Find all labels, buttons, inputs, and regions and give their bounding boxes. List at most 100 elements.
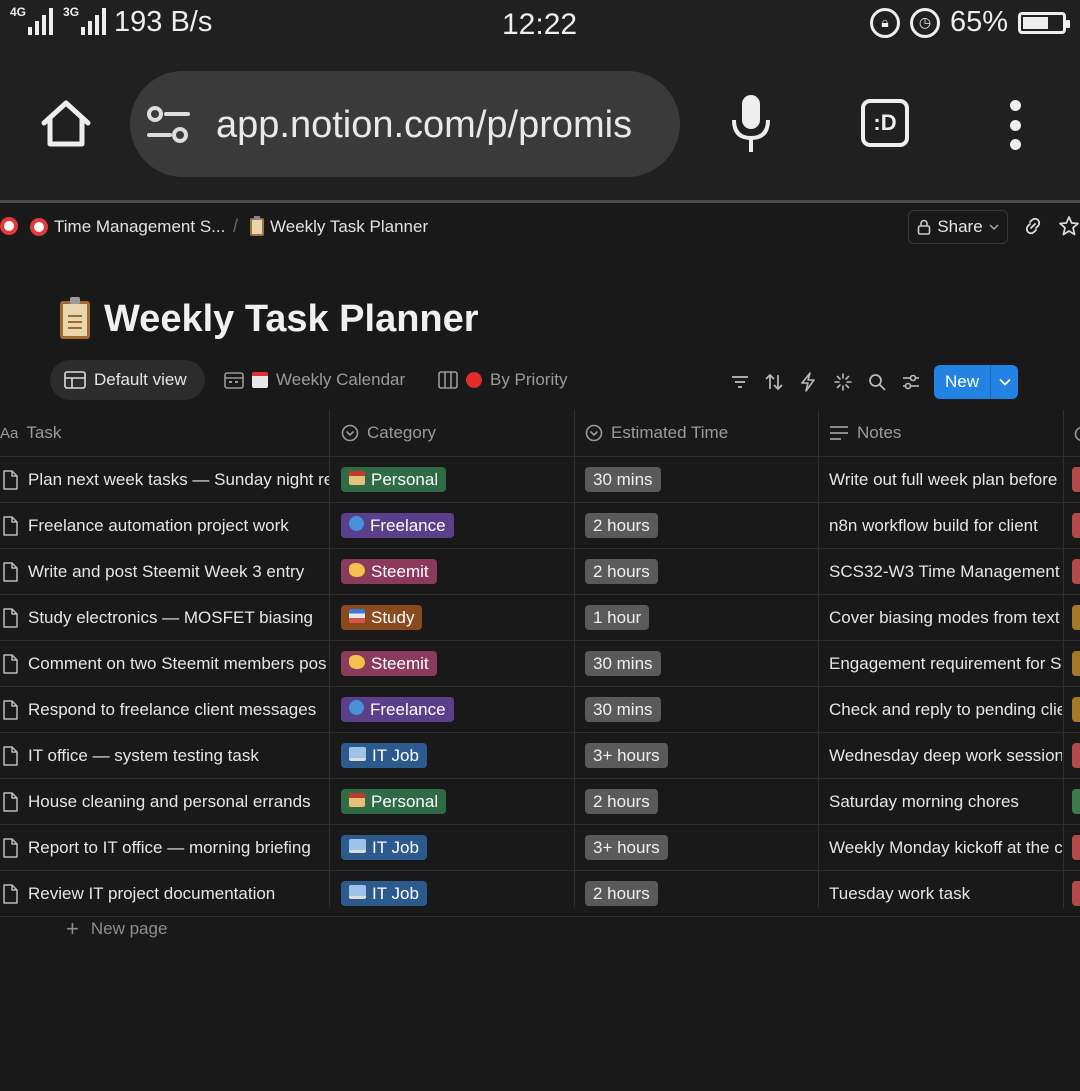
category-cell[interactable]: Personal — [341, 779, 571, 824]
notes-cell[interactable]: Saturday morning chores — [829, 779, 1062, 824]
time-tag[interactable]: 30 mins — [585, 467, 661, 492]
tab-default-view[interactable]: Default view — [50, 360, 205, 400]
tab-by-priority[interactable]: By Priority — [424, 360, 581, 400]
estimated-time-cell[interactable]: 2 hours — [585, 503, 815, 548]
status-property-icon[interactable] — [1073, 426, 1080, 442]
category-cell[interactable]: IT Job — [341, 733, 571, 778]
tab-weekly-calendar[interactable]: Weekly Calendar — [210, 360, 419, 400]
task-title[interactable]: IT office — system testing task — [28, 746, 259, 766]
table-row[interactable]: Report to IT office — morning briefing IT… — [0, 825, 1080, 871]
task-title[interactable]: Study electronics — MOSFET biasing — [28, 608, 313, 628]
notes-cell[interactable]: SCS32-W3 Time Management p — [829, 549, 1062, 594]
category-tag[interactable]: Study — [341, 605, 423, 630]
status-tag[interactable] — [1072, 881, 1080, 906]
notes-cell[interactable]: n8n workflow build for client — [829, 503, 1062, 548]
notes-cell[interactable]: Wednesday deep work session — [829, 733, 1062, 778]
task-title[interactable]: Write and post Steemit Week 3 entry — [28, 562, 304, 582]
category-cell[interactable]: Study — [341, 595, 571, 640]
category-tag[interactable]: Freelance — [341, 697, 454, 722]
more-options-icon[interactable] — [1002, 100, 1028, 150]
settings-sliders-icon[interactable] — [901, 372, 921, 392]
time-tag[interactable]: 2 hours — [585, 881, 658, 906]
time-tag[interactable]: 2 hours — [585, 513, 658, 538]
new-page-button[interactable]: + New page — [66, 918, 167, 940]
time-tag[interactable]: 2 hours — [585, 789, 658, 814]
estimated-time-cell[interactable]: 3+ hours — [585, 733, 815, 778]
alarm-clock-icon[interactable] — [0, 217, 18, 235]
automation-bolt-icon[interactable] — [798, 372, 818, 392]
url-text[interactable]: app.notion.com/p/promis — [216, 104, 666, 147]
column-header-task[interactable]: Aa Task — [0, 410, 61, 456]
ai-sparkle-icon[interactable] — [833, 372, 853, 392]
notes-cell[interactable]: Cover biasing modes from text — [829, 595, 1062, 640]
category-cell[interactable]: Steemit — [341, 549, 571, 594]
status-tag[interactable] — [1072, 559, 1080, 584]
estimated-time-cell[interactable]: 3+ hours — [585, 825, 815, 870]
share-button[interactable]: Share — [908, 210, 1008, 244]
search-icon[interactable] — [867, 372, 887, 392]
column-header-category[interactable]: Category — [341, 410, 436, 456]
task-cell[interactable]: Freelance automation project work — [0, 503, 329, 548]
breadcrumb-current[interactable]: Weekly Task Planner — [250, 216, 428, 237]
task-cell[interactable]: Review IT project documentation — [0, 871, 329, 916]
column-header-estimated-time[interactable]: Estimated Time — [585, 410, 728, 456]
task-cell[interactable]: Comment on two Steemit members pos — [0, 641, 329, 686]
category-tag[interactable]: Personal — [341, 467, 447, 492]
status-tag[interactable] — [1072, 835, 1080, 860]
status-tag[interactable] — [1072, 651, 1080, 676]
task-title[interactable]: Respond to freelance client messages — [28, 700, 316, 720]
estimated-time-cell[interactable]: 30 mins — [585, 687, 815, 732]
chevron-down-icon[interactable] — [991, 378, 1018, 386]
notes-cell[interactable]: Tuesday work task — [829, 871, 1062, 916]
estimated-time-cell[interactable]: 2 hours — [585, 871, 815, 916]
category-tag[interactable]: IT Job — [341, 881, 427, 906]
estimated-time-cell[interactable]: 30 mins — [585, 457, 815, 502]
estimated-time-cell[interactable]: 2 hours — [585, 779, 815, 824]
time-tag[interactable]: 3+ hours — [585, 743, 668, 768]
notes-cell[interactable]: Engagement requirement for St — [829, 641, 1062, 686]
task-title[interactable]: Plan next week tasks — Sunday night rev — [28, 470, 329, 490]
microphone-icon[interactable] — [728, 92, 774, 156]
link-icon[interactable] — [1022, 215, 1044, 237]
extension-button[interactable]: :D — [861, 99, 909, 147]
filter-icon[interactable] — [730, 372, 750, 392]
new-button[interactable]: New — [934, 365, 1018, 399]
table-row[interactable]: Plan next week tasks — Sunday night rev P… — [0, 457, 1080, 503]
task-cell[interactable]: Plan next week tasks — Sunday night rev — [0, 457, 329, 502]
status-tag[interactable] — [1072, 743, 1080, 768]
status-tag[interactable] — [1072, 605, 1080, 630]
category-cell[interactable]: Freelance — [341, 687, 571, 732]
table-row[interactable]: Respond to freelance client messages Free… — [0, 687, 1080, 733]
notes-cell[interactable]: Write out full week plan before — [829, 457, 1062, 502]
task-cell[interactable]: Respond to freelance client messages — [0, 687, 329, 732]
table-row[interactable]: Comment on two Steemit members pos Steemi… — [0, 641, 1080, 687]
category-cell[interactable]: IT Job — [341, 871, 571, 916]
time-tag[interactable]: 3+ hours — [585, 835, 668, 860]
notes-cell[interactable]: Weekly Monday kickoff at the c — [829, 825, 1062, 870]
estimated-time-cell[interactable]: 30 mins — [585, 641, 815, 686]
table-row[interactable]: Study electronics — MOSFET biasing Study 1… — [0, 595, 1080, 641]
estimated-time-cell[interactable]: 2 hours — [585, 549, 815, 594]
status-tag[interactable] — [1072, 789, 1080, 814]
task-cell[interactable]: House cleaning and personal errands — [0, 779, 329, 824]
task-cell[interactable]: Write and post Steemit Week 3 entry — [0, 549, 329, 594]
category-tag[interactable]: Freelance — [341, 513, 454, 538]
notes-cell[interactable]: Check and reply to pending clie — [829, 687, 1062, 732]
category-cell[interactable]: Steemit — [341, 641, 571, 686]
category-cell[interactable]: Freelance — [341, 503, 571, 548]
category-tag[interactable]: IT Job — [341, 835, 427, 860]
task-title[interactable]: Review IT project documentation — [28, 884, 275, 904]
clipboard-icon[interactable] — [60, 296, 90, 339]
status-tag[interactable] — [1072, 697, 1080, 722]
category-tag[interactable]: Steemit — [341, 559, 437, 584]
page-title-text[interactable]: Weekly Task Planner — [104, 298, 479, 341]
estimated-time-cell[interactable]: 1 hour — [585, 595, 815, 640]
favorite-star-icon[interactable] — [1058, 215, 1080, 237]
task-title[interactable]: Report to IT office — morning briefing — [28, 838, 311, 858]
category-tag[interactable]: IT Job — [341, 743, 427, 768]
category-cell[interactable]: Personal — [341, 457, 571, 502]
table-row[interactable]: Freelance automation project work Freelan… — [0, 503, 1080, 549]
sort-icon[interactable] — [764, 372, 784, 392]
time-tag[interactable]: 2 hours — [585, 559, 658, 584]
task-cell[interactable]: Study electronics — MOSFET biasing — [0, 595, 329, 640]
